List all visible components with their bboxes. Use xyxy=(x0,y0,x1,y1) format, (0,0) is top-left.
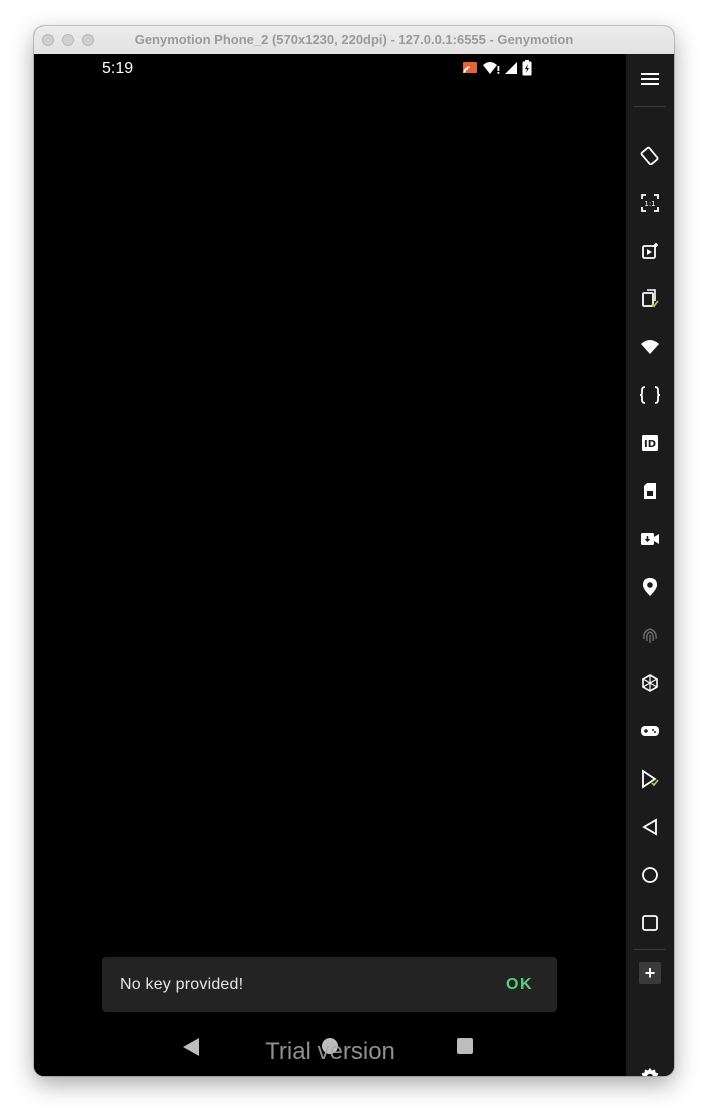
sim-card-button[interactable] xyxy=(626,471,674,511)
play-store-button[interactable] xyxy=(626,759,674,799)
settings-button[interactable] xyxy=(626,1057,674,1076)
toolbar-recents-button[interactable] xyxy=(626,903,674,943)
back-icon xyxy=(642,818,657,836)
menu-button[interactable] xyxy=(626,59,674,99)
camera-button[interactable] xyxy=(626,519,674,559)
snackbar-message: No key provided! xyxy=(120,976,244,993)
cell-signal-icon xyxy=(505,62,517,74)
pixel-perfect-icon: 1:1 xyxy=(641,194,659,212)
add-widget-button[interactable]: + xyxy=(626,953,674,993)
add-icon: + xyxy=(639,962,661,984)
gamepad-button[interactable] xyxy=(626,711,674,751)
menu-icon xyxy=(641,73,659,85)
window-title: Genymotion Phone_2 (570x1230, 220dpi) - … xyxy=(134,32,574,47)
screen-capture-button[interactable] xyxy=(626,231,674,271)
rotate-button[interactable] xyxy=(626,135,674,175)
pixel-perfect-button[interactable]: 1:1 xyxy=(626,183,674,223)
play-store-icon xyxy=(642,769,659,789)
gps-button[interactable] xyxy=(626,567,674,607)
trial-watermark: Trial version xyxy=(265,1038,395,1065)
recents-icon xyxy=(642,915,658,931)
sim-card-icon xyxy=(644,483,656,499)
motion-sensor-icon xyxy=(642,674,658,692)
gamepad-icon xyxy=(641,726,659,736)
genymotion-toolbar: 1:1 ID + xyxy=(626,54,674,1076)
screen-capture-icon xyxy=(642,243,658,259)
fingerprint-button[interactable] xyxy=(626,615,674,655)
motion-sensor-button[interactable] xyxy=(626,663,674,703)
snackbar-ok-button[interactable]: OK xyxy=(506,976,533,994)
wifi-icon xyxy=(641,340,659,354)
camera-icon xyxy=(641,533,659,545)
status-icons xyxy=(462,60,532,76)
snackbar: No key provided! OK xyxy=(102,957,557,1012)
wifi-button[interactable] xyxy=(626,327,674,367)
json-button[interactable] xyxy=(626,375,674,415)
svg-text:ID: ID xyxy=(644,439,656,450)
home-icon xyxy=(642,867,658,883)
rotate-icon xyxy=(640,146,659,165)
title-bar: Genymotion Phone_2 (570x1230, 220dpi) - … xyxy=(34,26,674,55)
cast-icon xyxy=(463,62,477,74)
clipboard-icon xyxy=(642,289,659,308)
status-time: 5:19 xyxy=(102,60,134,77)
clipboard-button[interactable] xyxy=(626,279,674,319)
emulator-window: Genymotion Phone_2 (570x1230, 220dpi) - … xyxy=(34,26,674,1076)
json-icon xyxy=(639,386,661,404)
device-screen[interactable]: 5:19 No key provided! OK Trial version xyxy=(34,54,626,1076)
toolbar-home-button[interactable] xyxy=(626,855,674,895)
device-id-button[interactable]: ID xyxy=(626,423,674,463)
settings-icon xyxy=(641,1068,659,1076)
device-id-icon: ID xyxy=(642,435,658,451)
svg-text:1:1: 1:1 xyxy=(644,200,655,208)
toolbar-back-button[interactable] xyxy=(626,807,674,847)
fingerprint-icon xyxy=(643,628,657,643)
battery-charging-icon xyxy=(522,60,532,76)
gps-icon xyxy=(643,578,657,596)
wifi-alert-icon xyxy=(483,62,500,74)
